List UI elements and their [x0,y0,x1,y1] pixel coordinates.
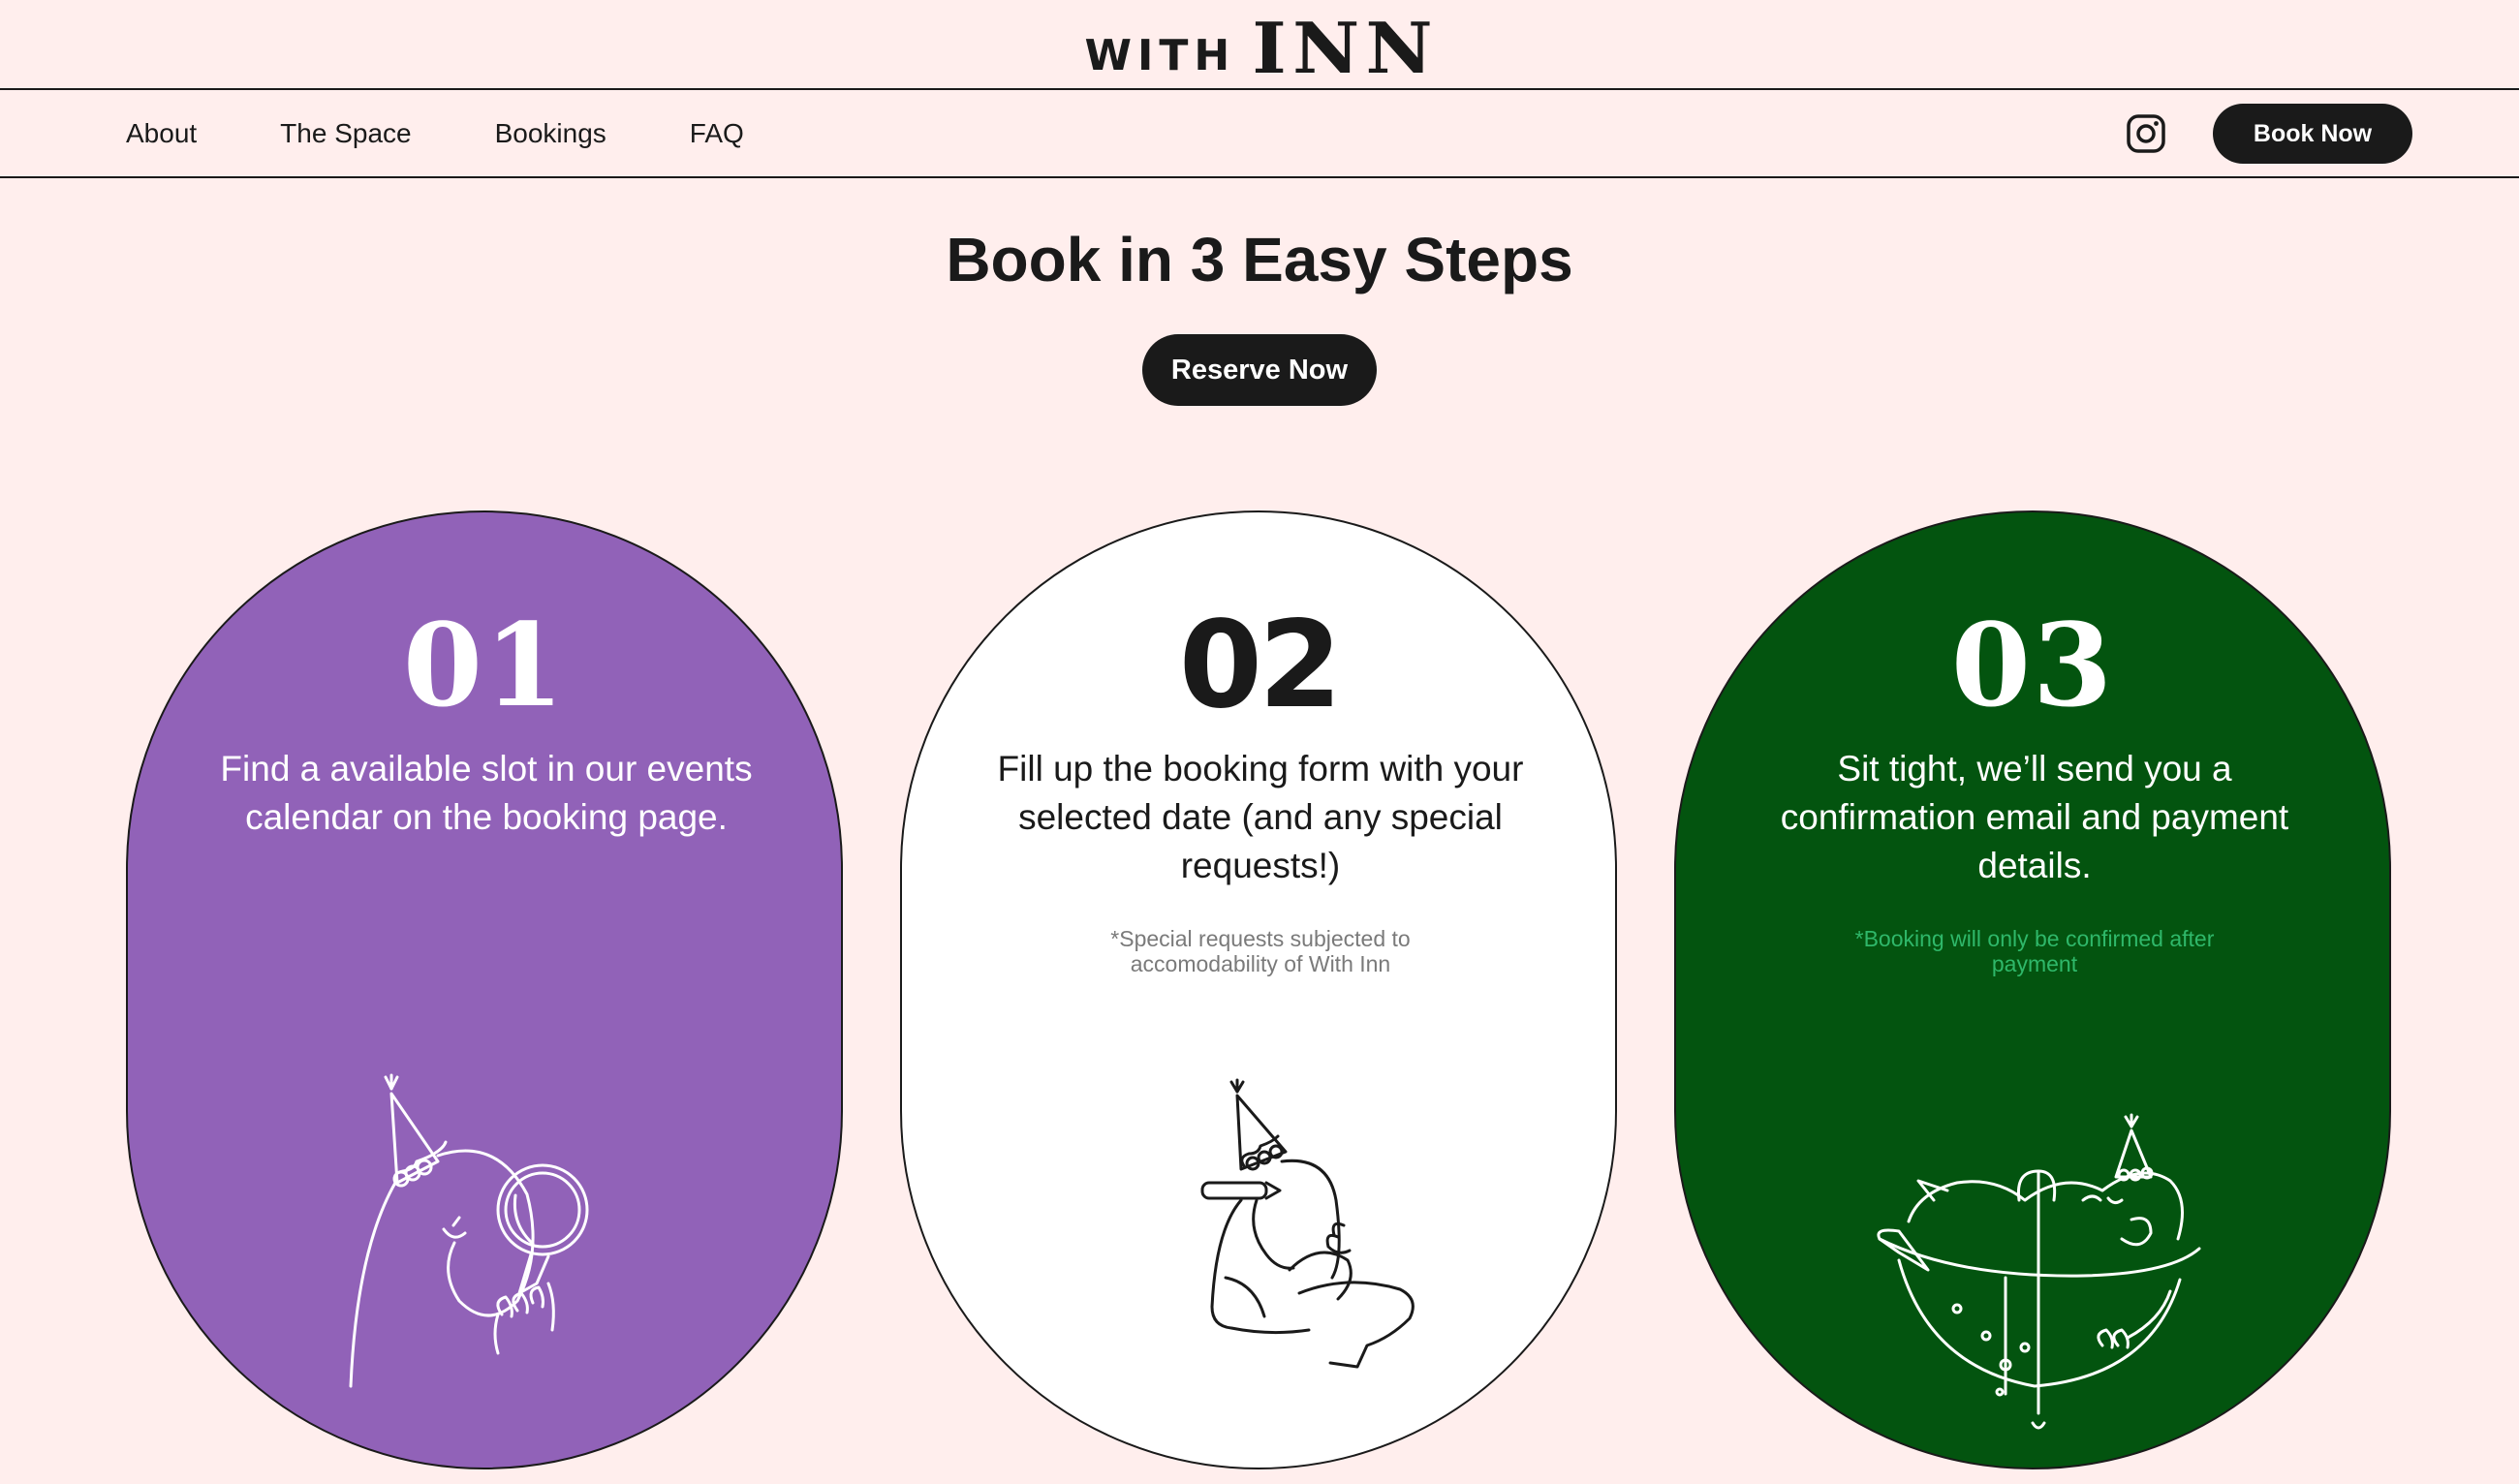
reserve-now-button[interactable]: Reserve Now [1142,334,1377,406]
nav-link-faq[interactable]: FAQ [690,118,744,149]
step-description: Find a available slot in our events cale… [220,749,753,837]
step-number: 02 [1178,596,1343,735]
nav-actions: Book Now [2126,104,2412,164]
step-note: *Booking will only be confirmed after pa… [1854,926,2215,976]
page-title: Book in 3 Easy Steps [946,225,1573,294]
magnifying-glass-character-illustration [349,1073,589,1388]
logo-prefix: WITH [1084,30,1236,80]
step-number: 01 [402,598,567,732]
logo-name: INN [1252,6,1440,89]
step-number: 03 [1950,598,2115,732]
step-description: Sit tight, we’ll send you a confirmation… [1780,749,2289,885]
writing-character-illustration [1200,1078,1415,1369]
brand-header: WITH INN [0,0,2519,90]
main-nav: About The Space Bookings FAQ Book Now [0,90,2519,178]
instagram-icon[interactable] [2126,113,2166,154]
step-card-2: 02 Fill up the booking form with your se… [900,510,1617,1469]
step-note: *Special requests subjected to accomodab… [1110,926,1411,976]
step-card-3: 03 Sit tight, we’ll send you a confirmat… [1674,510,2391,1469]
step-description: Fill up the booking form with your selec… [997,749,1524,885]
nav-link-bookings[interactable]: Bookings [495,118,606,149]
nav-link-about[interactable]: About [126,118,197,149]
site-logo[interactable]: WITH INN [1084,13,1434,83]
nav-link-the-space[interactable]: The Space [280,118,411,149]
relaxing-character-illustration [1877,1113,2201,1430]
nav-links: About The Space Bookings FAQ [126,90,827,176]
book-now-button[interactable]: Book Now [2213,104,2412,164]
step-card-1: 01 Find a available slot in our events c… [126,510,843,1469]
